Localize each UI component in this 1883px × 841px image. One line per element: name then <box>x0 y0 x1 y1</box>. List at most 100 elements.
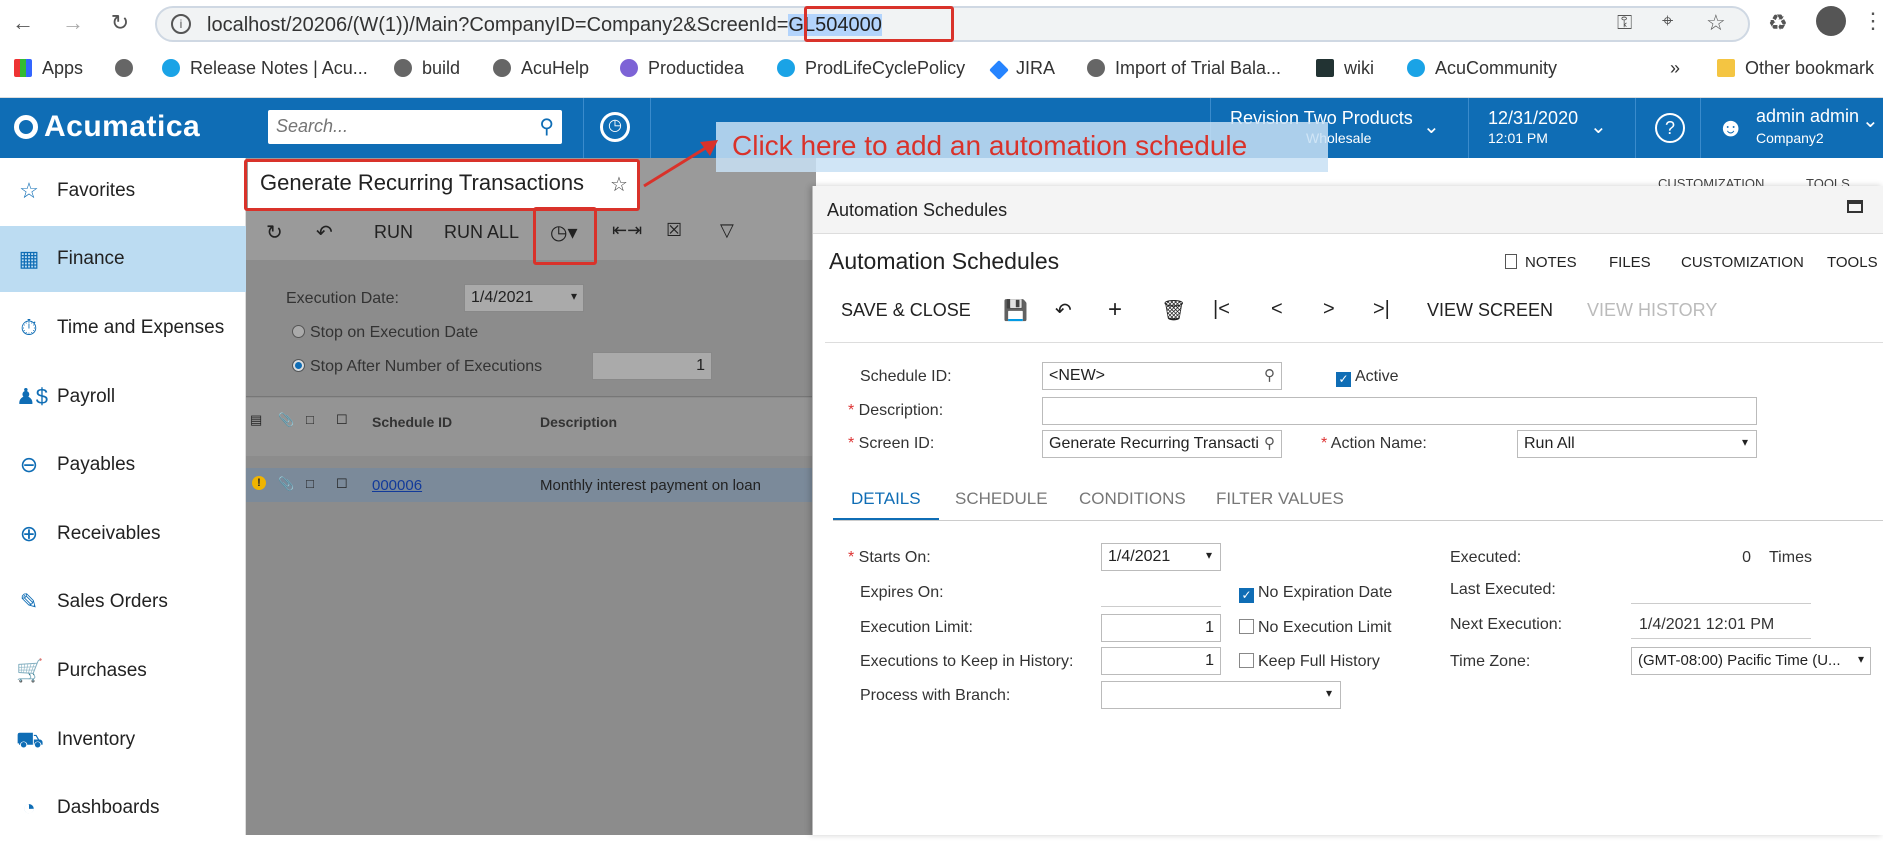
delete-icon[interactable]: 🗑 <box>1161 298 1186 323</box>
chevron-down-icon[interactable]: ⌄ <box>1423 114 1440 139</box>
forward-arrow-icon[interactable]: → <box>58 8 88 38</box>
keep-full-history-checkbox[interactable]: Keep Full History <box>1239 653 1380 671</box>
view-screen-button[interactable]: VIEW SCREEN <box>1427 300 1553 321</box>
info-icon[interactable]: i <box>171 14 191 34</box>
user-icon[interactable]: ☻ <box>1717 112 1744 143</box>
run-all-button[interactable]: RUN ALL <box>444 222 519 243</box>
filter-icon[interactable]: ▽ <box>720 220 734 241</box>
sidebar-item-payroll[interactable]: ♟$ Payroll <box>0 364 246 430</box>
add-icon[interactable]: + <box>1108 296 1122 324</box>
reload-icon[interactable]: ↻ <box>105 8 135 38</box>
tab-details[interactable]: DETAILS <box>851 489 921 509</box>
search-icon[interactable]: ⚲ <box>539 114 554 139</box>
starts-on-field[interactable]: 1/4/2021 ▾ <box>1101 543 1221 571</box>
help-icon[interactable]: ? <box>1655 113 1685 143</box>
tab-conditions[interactable]: CONDITIONS <box>1079 489 1186 509</box>
tools-link[interactable]: TOOLS <box>1827 254 1878 271</box>
table-row[interactable]: ! 📎 □ ☐ 000006 Monthly interest payment … <box>246 468 816 502</box>
sidebar-item-time-expenses[interactable]: ⏱ Time and Expenses <box>0 295 246 361</box>
description-field[interactable] <box>1042 397 1757 425</box>
save-icon[interactable]: 💾 <box>1003 298 1028 323</box>
bookmark-star-icon[interactable]: ☆ <box>1706 10 1726 36</box>
search-input[interactable] <box>268 110 508 142</box>
save-close-button[interactable]: SAVE & CLOSE <box>841 300 971 321</box>
bookmark-build[interactable]: build <box>394 58 460 79</box>
column-header-description[interactable]: Description <box>540 414 617 430</box>
undo-icon[interactable]: ↶ <box>1055 298 1072 323</box>
no-expiration-checkbox[interactable]: ✓ No Expiration Date <box>1239 584 1392 603</box>
expires-on-field[interactable] <box>1101 606 1221 607</box>
bookmark-apps[interactable]: Apps <box>14 58 83 79</box>
sidebar-item-finance[interactable]: ▦ Finance <box>0 226 246 292</box>
history-icon[interactable]: ◷ <box>600 112 630 142</box>
dropdown-arrow-icon[interactable]: ▾ <box>1326 686 1332 700</box>
sidebar-item-favorites[interactable]: ☆ Favorites <box>0 158 246 224</box>
radio-selected-icon[interactable] <box>292 359 305 372</box>
search-icon[interactable]: ⚲ <box>1264 434 1275 452</box>
dropdown-arrow-icon[interactable]: ▾ <box>1742 435 1748 449</box>
no-execution-limit-checkbox[interactable]: No Execution Limit <box>1239 619 1391 637</box>
checkbox-checked-icon[interactable]: ✓ <box>1336 372 1351 387</box>
next-record-icon[interactable]: > <box>1323 298 1335 321</box>
excel-export-icon[interactable]: ☒ <box>666 220 682 241</box>
bookmark-jira[interactable]: JIRA <box>989 58 1055 80</box>
bookmarks-more[interactable]: » <box>1670 58 1680 79</box>
fit-columns-icon[interactable]: ⇤⇥ <box>612 220 642 241</box>
grid-settings-icon[interactable]: ▤ <box>250 412 262 428</box>
checkbox-checked-icon[interactable]: ✓ <box>1239 588 1254 603</box>
dropdown-arrow-icon[interactable]: ▾ <box>1857 652 1864 666</box>
menu-dots-icon[interactable]: ⋮ <box>1862 8 1883 34</box>
checkbox-icon[interactable] <box>1239 619 1254 634</box>
key-icon[interactable]: ⚿ <box>1617 12 1632 35</box>
previous-record-icon[interactable]: < <box>1271 298 1283 321</box>
notes-link[interactable]: NOTES <box>1505 254 1577 271</box>
extensions-icon[interactable]: ♻ <box>1768 10 1788 36</box>
sidebar-item-payables[interactable]: ⊖ Payables <box>0 432 246 498</box>
row-checkbox[interactable]: ☐ <box>336 476 348 492</box>
tab-filter-values[interactable]: FILTER VALUES <box>1216 489 1344 509</box>
bookmark-release-notes[interactable]: Release Notes | Acu... <box>162 58 368 79</box>
zoom-icon[interactable]: ⌖ <box>1662 10 1673 33</box>
last-record-icon[interactable]: >| <box>1373 298 1390 321</box>
schedule-id-link[interactable]: 000006 <box>372 477 422 494</box>
user-name[interactable]: admin admin <box>1756 106 1859 127</box>
bookmark-globe[interactable] <box>115 58 143 79</box>
branch-select[interactable]: ▾ <box>1101 681 1341 709</box>
sidebar-item-inventory[interactable]: ⛟ Inventory <box>0 707 246 773</box>
stop-on-date-option[interactable]: Stop on Execution Date <box>292 324 478 342</box>
dropdown-arrow-icon[interactable]: ▾ <box>1206 548 1212 562</box>
checkbox-icon[interactable] <box>1239 653 1254 668</box>
search-icon[interactable]: ⚲ <box>1264 366 1275 384</box>
bookmark-prodlifecycle[interactable]: ProdLifeCyclePolicy <box>777 58 965 79</box>
run-button[interactable]: RUN <box>374 222 413 243</box>
other-bookmarks[interactable]: Other bookmark <box>1717 58 1874 79</box>
undo-icon[interactable]: ↶ <box>316 220 333 245</box>
view-history-button[interactable]: VIEW HISTORY <box>1587 300 1717 321</box>
attachment-icon[interactable]: 📎 <box>278 476 294 492</box>
url-text[interactable]: localhost/20206/(W(1))/Main?CompanyID=Co… <box>207 14 882 37</box>
files-link[interactable]: FILES <box>1609 254 1651 271</box>
note-icon[interactable]: □ <box>306 476 314 491</box>
maximize-icon[interactable] <box>1847 200 1863 213</box>
business-date[interactable]: 12/31/2020 <box>1488 108 1578 129</box>
customization-link[interactable]: CUSTOMIZATION <box>1681 254 1804 271</box>
action-name-select[interactable]: Run All ▾ <box>1517 430 1757 458</box>
acumatica-logo[interactable]: Acumatica <box>14 110 200 144</box>
select-all-checkbox[interactable]: ☐ <box>336 412 348 428</box>
time-zone-select[interactable]: (GMT-08:00) Pacific Time (U... ▾ <box>1631 647 1871 675</box>
sidebar-item-dashboards[interactable]: ◔ Dashboards <box>0 775 246 841</box>
bookmark-productidea[interactable]: Productidea <box>620 58 744 79</box>
stop-after-option[interactable]: Stop After Number of Executions <box>292 358 542 376</box>
sidebar-item-sales-orders[interactable]: ✎ Sales Orders <box>0 569 246 635</box>
chevron-down-icon[interactable]: ⌄ <box>1590 114 1607 139</box>
active-checkbox[interactable]: ✓ Active <box>1336 368 1399 387</box>
chevron-down-icon[interactable]: ⌄ <box>1862 108 1879 133</box>
profile-icon[interactable] <box>1816 6 1846 36</box>
sidebar-item-purchases[interactable]: 🛒 Purchases <box>0 638 246 704</box>
execution-date-field[interactable]: 1/4/2021 ▾ <box>464 284 584 312</box>
stop-after-value-field[interactable]: 1 <box>592 352 712 380</box>
bookmark-acucommunity[interactable]: AcuCommunity <box>1407 58 1557 79</box>
column-header-schedule-id[interactable]: Schedule ID <box>372 414 452 430</box>
bookmark-acuhelp[interactable]: AcuHelp <box>493 58 589 79</box>
dropdown-arrow-icon[interactable]: ▾ <box>571 289 577 303</box>
